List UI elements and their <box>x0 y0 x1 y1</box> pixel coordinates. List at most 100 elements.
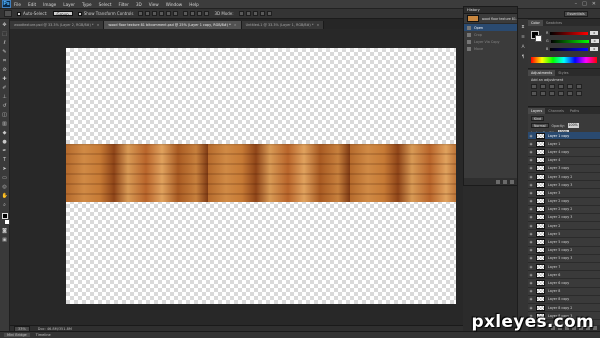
pen-tool-icon[interactable]: ✒ <box>2 148 8 154</box>
layer-kind-filter[interactable]: Kind <box>531 116 545 121</box>
visibility-eye-icon[interactable]: ◉ <box>528 191 534 195</box>
green-value-field[interactable]: 0 <box>590 39 599 43</box>
opacity-field[interactable]: 100% <box>567 123 579 128</box>
visibility-eye-icon[interactable]: ◉ <box>528 134 534 138</box>
layer-row[interactable]: ◉ Layer 6 <box>528 271 600 280</box>
levels-icon[interactable] <box>540 84 546 89</box>
align-bottom-icon[interactable] <box>152 11 158 16</box>
quick-mask-icon[interactable]: ◙ <box>2 228 8 234</box>
menu-help[interactable]: Help <box>189 2 199 7</box>
clone-stamp-tool-icon[interactable]: ⊥ <box>2 94 8 100</box>
document-tab-active[interactable]: wood floor texture 81 bitcomment.psd @ 2… <box>104 21 242 29</box>
tab-adjustments[interactable]: Adjustments <box>528 70 556 76</box>
visibility-eye-icon[interactable]: ◉ <box>528 215 534 219</box>
brush-tool-icon[interactable]: ✐ <box>2 85 8 91</box>
tab-mini-bridge[interactable]: Mini Bridge <box>4 333 30 337</box>
tab-close-icon[interactable]: × <box>234 23 237 27</box>
menu-view[interactable]: View <box>149 2 159 7</box>
delete-state-icon[interactable] <box>510 179 514 184</box>
layer-row[interactable]: ◉ Layer 8 copy <box>528 296 600 304</box>
move-tool-icon[interactable]: ✥ <box>2 22 8 28</box>
show-transform-option[interactable]: Show Transform Controls <box>77 11 133 16</box>
3d-pan-icon[interactable] <box>252 11 258 16</box>
new-snapshot-icon[interactable] <box>503 179 507 184</box>
hand-tool-icon[interactable]: ✋ <box>2 193 8 199</box>
align-middle-icon[interactable] <box>145 11 151 16</box>
auto-select-option[interactable]: Auto-Select: <box>17 11 48 16</box>
layer-row[interactable]: ◉ Layer 5 copy 2 <box>528 247 600 255</box>
workspace-switcher[interactable]: Essentials <box>564 11 588 17</box>
menu-layer[interactable]: Layer <box>63 2 75 7</box>
layer-row[interactable]: ◉ Layer 3 copy <box>528 165 600 173</box>
eraser-tool-icon[interactable]: ◫ <box>2 112 8 118</box>
menu-file[interactable]: File <box>14 2 21 7</box>
history-state[interactable]: Crop <box>464 31 517 38</box>
zoom-tool-icon[interactable]: ⌕ <box>2 202 8 208</box>
layer-row[interactable]: ◉ Layer 2 <box>528 222 600 231</box>
visibility-eye-icon[interactable]: ◉ <box>528 240 534 244</box>
visibility-eye-icon[interactable]: ◉ <box>528 175 534 179</box>
history-state[interactable]: Move <box>464 45 517 52</box>
tab-styles[interactable]: Styles <box>555 70 571 76</box>
visibility-eye-icon[interactable]: ◉ <box>528 158 534 162</box>
path-select-tool-icon[interactable]: ➤ <box>2 166 8 172</box>
visibility-eye-icon[interactable]: ◉ <box>528 289 534 293</box>
black-white-icon[interactable] <box>540 91 546 96</box>
align-top-icon[interactable] <box>138 11 144 16</box>
red-slider[interactable] <box>550 31 589 35</box>
vibrance-icon[interactable] <box>567 84 573 89</box>
3d-scale-icon[interactable] <box>266 11 272 16</box>
minimize-icon[interactable]: – <box>575 1 578 7</box>
layer-row[interactable]: ◉ Layer 3 copy 3 <box>528 181 600 190</box>
3d-tool-icon[interactable]: ◎ <box>2 184 8 190</box>
layer-row[interactable]: ◉ Layer 5 copy <box>528 238 600 247</box>
new-document-from-state-icon[interactable] <box>496 179 500 184</box>
visibility-eye-icon[interactable]: ◉ <box>528 248 534 252</box>
distribute-top-icon[interactable] <box>183 11 189 16</box>
tab-close-icon[interactable]: × <box>97 23 100 27</box>
maximize-icon[interactable]: □ <box>582 1 587 7</box>
quick-select-tool-icon[interactable]: ✎ <box>2 49 8 55</box>
visibility-eye-icon[interactable]: ◉ <box>528 256 534 260</box>
visibility-eye-icon[interactable]: ◉ <box>528 224 534 228</box>
visibility-eye-icon[interactable]: ◉ <box>528 297 534 301</box>
visibility-eye-icon[interactable]: ◉ <box>528 265 534 269</box>
history-brush-tool-icon[interactable]: ↺ <box>2 103 8 109</box>
color-balance-icon[interactable] <box>531 91 537 96</box>
visibility-eye-icon[interactable]: ◉ <box>528 166 534 170</box>
layer-row[interactable]: ◉ Layer 3 <box>528 189 600 198</box>
align-center-icon[interactable] <box>166 11 172 16</box>
3d-slide-icon[interactable] <box>259 11 265 16</box>
menu-select[interactable]: Select <box>99 2 112 7</box>
menu-edit[interactable]: Edit <box>28 2 36 7</box>
visibility-eye-icon[interactable]: ◉ <box>528 199 534 203</box>
menu-type[interactable]: Type <box>82 2 92 7</box>
character-panel-icon[interactable]: A <box>520 45 526 51</box>
auto-select-checkbox[interactable] <box>17 11 21 16</box>
color-spectrum-ramp[interactable] <box>531 57 597 63</box>
layer-row[interactable]: ◉ Layer 6 copy <box>528 279 600 288</box>
visibility-eye-icon[interactable]: ◉ <box>528 207 534 211</box>
layer-row[interactable]: ◉ Layer 2 copy <box>528 198 600 206</box>
layer-row[interactable]: ◉ Layer 2 copy 2 <box>528 206 600 214</box>
visibility-eye-icon[interactable]: ◉ <box>528 183 534 187</box>
color-lookup-icon[interactable] <box>567 91 573 96</box>
layer-row[interactable]: ◉ Layer 7 <box>528 263 600 272</box>
history-panel-icon[interactable]: ⧗ <box>520 25 526 31</box>
move-tool-preset-icon[interactable] <box>4 10 12 17</box>
visibility-eye-icon[interactable]: ◉ <box>528 281 534 285</box>
blue-value-field[interactable]: 0 <box>590 47 599 51</box>
background-color-swatch[interactable] <box>3 219 10 225</box>
type-tool-icon[interactable]: T <box>2 157 8 163</box>
layer-row[interactable]: ◉ Layer 8 copy 2 <box>528 304 600 313</box>
tab-close-icon[interactable]: × <box>317 23 320 27</box>
distribute-middle-icon[interactable] <box>190 11 196 16</box>
visibility-eye-icon[interactable]: ◉ <box>528 150 534 154</box>
background-color-chip[interactable] <box>535 35 542 42</box>
blur-tool-icon[interactable]: ◆ <box>2 130 8 136</box>
layer-row[interactable]: ◉ Layer 8 <box>528 288 600 296</box>
visibility-eye-icon[interactable]: ◉ <box>528 232 534 236</box>
blend-mode-dropdown[interactable]: Normal <box>531 123 549 128</box>
tab-channels[interactable]: Channels <box>545 108 567 114</box>
menu-filter[interactable]: Filter <box>118 2 128 7</box>
